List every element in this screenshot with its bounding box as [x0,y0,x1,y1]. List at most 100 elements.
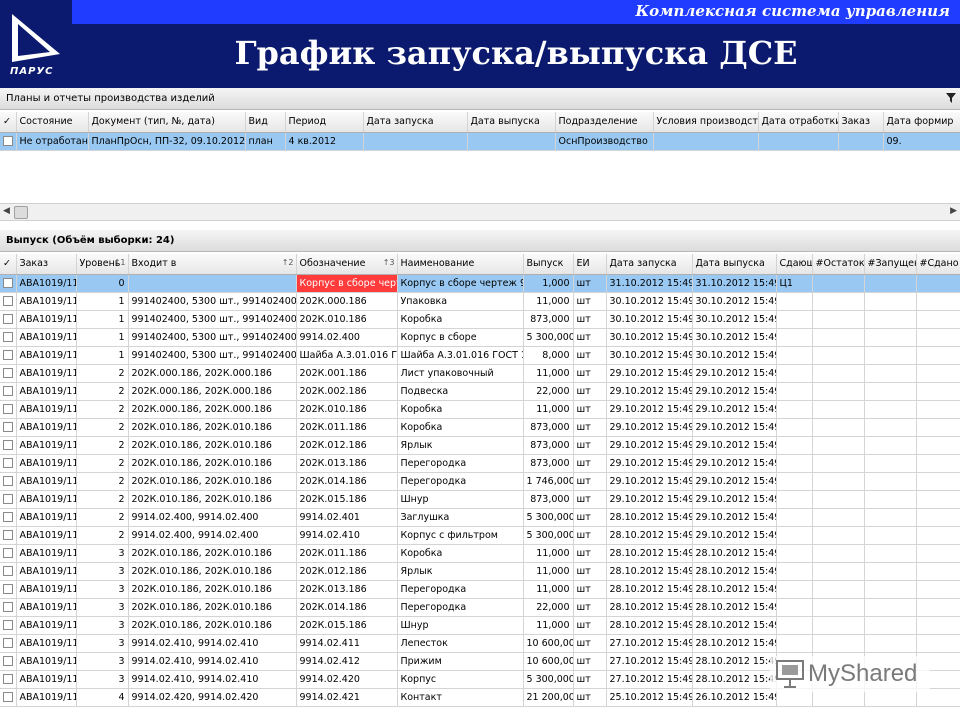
checkbox[interactable] [3,512,13,522]
row-checkbox[interactable] [0,562,17,581]
row-checkbox[interactable] [0,436,17,455]
checkbox[interactable] [3,458,13,468]
table-row[interactable]: АВА1019/11 3 202К.010.186, 202К.010.186 202… [0,544,960,563]
row-checkbox[interactable] [0,454,17,473]
column-header[interactable]: #Запущенс [864,254,917,275]
row-checkbox[interactable] [0,508,17,527]
row-checkbox[interactable] [0,544,17,563]
column-header[interactable]: Дата формир [883,112,960,133]
column-header[interactable]: Дата выпуска [692,254,777,275]
table-row[interactable]: АВА1019/11 3 202К.010.186, 202К.010.186 202… [0,580,960,599]
checkbox[interactable] [3,440,13,450]
table-row[interactable]: АВА1019/11 2 202К.010.186, 202К.010.186 202… [0,472,960,491]
column-header[interactable]: Подразделение [555,112,654,133]
column-header[interactable]: Уровень ↑1 [76,254,129,275]
scroll-thumb[interactable] [14,206,28,219]
row-checkbox[interactable] [0,328,17,347]
row-checkbox[interactable] [0,382,17,401]
horizontal-scrollbar[interactable]: ◀ ▶ [0,203,960,221]
checkbox[interactable] [3,584,13,594]
column-header[interactable]: Состояние [16,112,89,133]
column-header[interactable]: Дата выпуска [467,112,556,133]
column-header[interactable]: Дата запуска [606,254,693,275]
row-checkbox[interactable] [0,598,17,617]
row-checkbox[interactable] [0,364,17,383]
table-row[interactable]: АВА1019/11 2 202К.010.186, 202К.010.186 202… [0,418,960,437]
column-header[interactable]: Сдающ [776,254,813,275]
column-header[interactable]: Входит в ↑2 [128,254,297,275]
scroll-left-icon[interactable]: ◀ [3,206,10,216]
column-header[interactable]: ЕИ [573,254,607,275]
checkbox[interactable] [3,548,13,558]
row-checkbox[interactable] [0,418,17,437]
table-row[interactable]: АВА1019/11 1 991402400, 5300 шт., 99140240… [0,328,960,347]
row-checkbox[interactable] [0,616,17,635]
table-row[interactable]: АВА1019/11 2 202К.000.186, 202К.000.186 202… [0,382,960,401]
table-row[interactable]: АВА1019/11 3 202К.010.186, 202К.010.186 202… [0,562,960,581]
table-row[interactable]: АВА1019/11 2 9914.02.400, 9914.02.400 9914.… [0,526,960,545]
select-all-check[interactable]: ✓ [0,112,17,133]
column-header[interactable]: #Сдано [916,254,960,275]
row-checkbox[interactable] [0,132,17,151]
row-checkbox[interactable] [0,688,17,707]
checkbox[interactable] [3,566,13,576]
checkbox[interactable] [3,314,13,324]
table-row[interactable]: АВА1019/11 1 991402400, 5300 шт., 99140240… [0,292,960,311]
checkbox[interactable] [3,422,13,432]
row-checkbox[interactable] [0,310,17,329]
row-checkbox[interactable] [0,292,17,311]
column-header[interactable]: Документ (тип, №, дата) [88,112,246,133]
checkbox[interactable] [3,602,13,612]
checkbox[interactable] [3,404,13,414]
select-all-check[interactable]: ✓ [0,254,17,275]
column-header[interactable]: Дата запуска [363,112,468,133]
row-checkbox[interactable] [0,346,17,365]
table-row[interactable]: АВА1019/11 3 202К.010.186, 202К.010.186 202… [0,616,960,635]
checkbox[interactable] [3,476,13,486]
table-row[interactable]: АВА1019/11 2 202К.000.186, 202К.000.186 202… [0,400,960,419]
table-row[interactable]: АВА1019/11 3 9914.02.410, 9914.02.410 9914.… [0,634,960,653]
checkbox[interactable] [3,386,13,396]
table-row[interactable]: Не отработан ПланПрОсн, ПП-32, 09.10.2012… [0,132,960,151]
checkbox[interactable] [3,620,13,630]
checkbox[interactable] [3,136,13,146]
column-header[interactable]: Вид [245,112,286,133]
column-header[interactable]: Выпуск [523,254,574,275]
column-header[interactable]: #Остаток [812,254,865,275]
column-header[interactable]: Период [285,112,364,133]
table-row[interactable]: АВА1019/11 2 202К.010.186, 202К.010.186 202… [0,454,960,473]
checkbox[interactable] [3,296,13,306]
row-checkbox[interactable] [0,400,17,419]
row-checkbox[interactable] [0,670,17,689]
column-header[interactable]: Дата отработки [758,112,839,133]
column-header[interactable]: Заказ [16,254,77,275]
checkbox[interactable] [3,656,13,666]
scroll-right-icon[interactable]: ▶ [950,206,957,216]
checkbox[interactable] [3,350,13,360]
checkbox[interactable] [3,674,13,684]
table-row[interactable]: АВА1019/11 2 202К.000.186, 202К.000.186 202… [0,364,960,383]
checkbox[interactable] [3,368,13,378]
table-row[interactable]: АВА1019/11 2 202К.010.186, 202К.010.186 202… [0,436,960,455]
column-header[interactable]: Наименование [397,254,524,275]
row-checkbox[interactable] [0,580,17,599]
row-checkbox[interactable] [0,526,17,545]
table-row[interactable]: АВА1019/11 3 202К.010.186, 202К.010.186 202… [0,598,960,617]
checkbox[interactable] [3,278,13,288]
checkbox[interactable] [3,638,13,648]
table-row[interactable]: АВА1019/11 1 991402400, 5300 шт., 99140240… [0,310,960,329]
table-row[interactable]: АВА1019/110 Корпус в сборе чертежКорпус в… [0,274,960,293]
column-header[interactable]: Заказ [838,112,884,133]
column-header[interactable]: Обозначение ↑3 [296,254,398,275]
checkbox[interactable] [3,494,13,504]
row-checkbox[interactable] [0,490,17,509]
row-checkbox[interactable] [0,472,17,491]
checkbox[interactable] [3,692,13,702]
filter-icon[interactable] [946,93,956,103]
table-row[interactable]: АВА1019/11 2 202К.010.186, 202К.010.186 202… [0,490,960,509]
checkbox[interactable] [3,332,13,342]
row-checkbox[interactable] [0,652,17,671]
row-checkbox[interactable] [0,634,17,653]
table-row[interactable]: АВА1019/11 2 9914.02.400, 9914.02.400 9914.… [0,508,960,527]
row-checkbox[interactable] [0,274,17,293]
